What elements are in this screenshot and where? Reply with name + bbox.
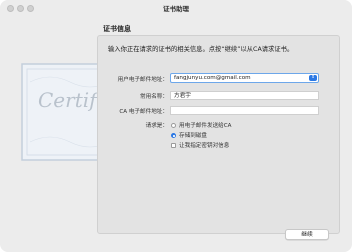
chevron-updown-icon: ⇕ [309, 75, 317, 81]
title-bar: 证书助理 [0, 0, 352, 17]
window-title: 证书助理 [163, 5, 189, 13]
keypair-checkbox[interactable]: 让我指定密钥对信息 [171, 141, 229, 149]
option-save-disk-label: 存储到磁盘 [179, 133, 207, 139]
option-email-ca-label: 用电子邮件发送给CA [179, 123, 232, 129]
section-title: 证书信息 [103, 25, 131, 33]
radio-icon [171, 123, 176, 128]
email-label: 用户电子邮件地址： [117, 77, 168, 83]
name-label: 常用名称： [140, 94, 168, 100]
ca-email-field[interactable] [170, 106, 319, 115]
checkbox-icon [171, 143, 176, 148]
common-name-field[interactable]: 方君宇 [170, 91, 319, 100]
option-email-ca[interactable]: 用电子邮件发送给CA [171, 121, 231, 129]
continue-button[interactable]: 继续 [285, 229, 329, 240]
certificate-assistant-window: 证书助理 Certif 证书信息 输入你正在请求的证书的相关信息。点按“继续”以… [0, 0, 352, 252]
keypair-checkbox-label: 让我指定密钥对信息 [179, 143, 230, 149]
email-value: fangjunyu.com@gmail.com [174, 75, 251, 81]
ca-email-label: CA 电子邮件地址： [119, 109, 168, 115]
intro-text: 输入你正在请求的证书的相关信息。点按“继续”以从CA请求证书。 [108, 46, 294, 53]
email-select[interactable]: fangjunyu.com@gmail.com ⇕ [170, 73, 319, 83]
radio-selected-icon [171, 133, 176, 138]
request-label: 请求是： [145, 123, 168, 129]
form-panel [97, 35, 340, 234]
option-save-disk[interactable]: 存储到磁盘 [171, 131, 207, 139]
